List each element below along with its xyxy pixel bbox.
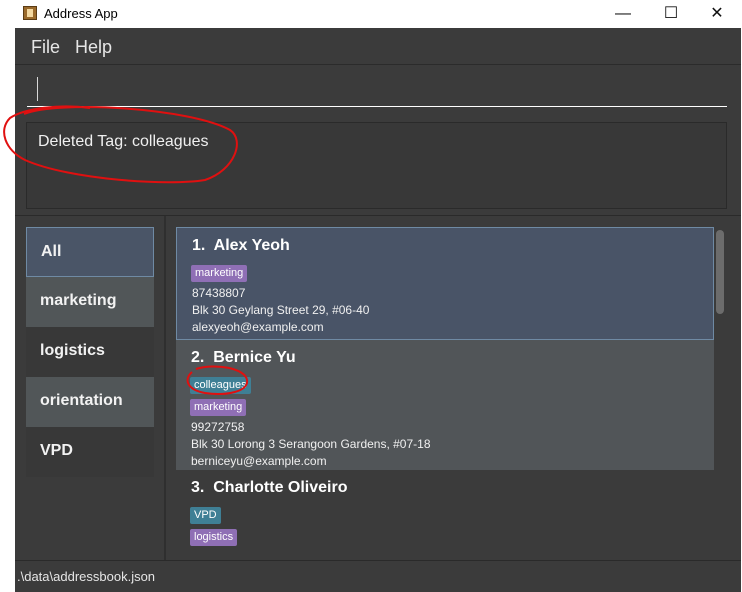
file-path: .\data\addressbook.json (17, 569, 156, 584)
tag-filter-vpd[interactable]: VPD (26, 427, 154, 477)
menu-help[interactable]: Help (75, 37, 112, 58)
menu-file[interactable]: File (31, 37, 60, 58)
maximize-button[interactable]: ☐ (648, 2, 694, 26)
tag-list: All marketing logistics orientation VPD (26, 227, 154, 479)
person-card[interactable]: 3. Charlotte Oliveiro VPD logistics 9321… (176, 470, 714, 549)
person-address: Blk 30 Lorong 3 Serangoon Gardens, #07-1… (191, 437, 431, 451)
result-display: Deleted Tag: colleagues (26, 122, 727, 209)
person-email: berniceyu@example.com (191, 454, 327, 468)
tag-filter-label: orientation (40, 392, 123, 409)
person-tag: marketing (191, 265, 248, 282)
person-phone: 87438807 (192, 286, 246, 300)
person-email: alexyeoh@example.com (192, 320, 324, 334)
command-box (15, 65, 741, 117)
window-title: Address App (44, 6, 118, 21)
tag-filter-logistics[interactable]: logistics (26, 327, 154, 377)
panel-divider (164, 216, 166, 560)
person-tag: VPD (190, 507, 221, 524)
close-button[interactable]: ✕ (694, 2, 740, 26)
person-name: 2. Bernice Yu (191, 349, 296, 366)
text-caret (37, 77, 38, 101)
list-scrollbar[interactable] (716, 230, 724, 314)
result-message: Deleted Tag: colleagues (38, 133, 209, 150)
tag-filter-all[interactable]: All (26, 227, 154, 277)
person-phone: 99272758 (191, 420, 245, 434)
command-input[interactable] (27, 73, 727, 107)
tag-filter-label: VPD (40, 442, 73, 459)
person-tag: logistics (190, 529, 238, 546)
person-tag: colleagues (190, 377, 251, 394)
app-window: File Help Deleted Tag: colleagues All ma… (15, 28, 741, 592)
title-bar: Address App — ☐ ✕ (0, 0, 742, 28)
status-bar: .\data\addressbook.json (15, 560, 741, 592)
person-name: 3. Charlotte Oliveiro (191, 479, 348, 496)
person-card[interactable]: 1. Alex Yeoh marketing 87438807 Blk 30 G… (176, 227, 714, 340)
tag-filter-label: All (41, 243, 62, 260)
person-address: Blk 30 Geylang Street 29, #06-40 (192, 303, 370, 317)
person-tag: marketing (190, 399, 247, 416)
minimize-button[interactable]: — (600, 2, 646, 26)
person-name: 1. Alex Yeoh (192, 237, 290, 254)
person-card[interactable]: 2. Bernice Yu colleagues marketing 99272… (176, 340, 714, 470)
person-list: 1. Alex Yeoh marketing 87438807 Blk 30 G… (176, 227, 714, 549)
app-icon (23, 6, 37, 20)
tag-filter-label: logistics (40, 342, 105, 359)
divider (15, 215, 741, 216)
menu-bar: File Help (15, 28, 741, 65)
tag-filter-marketing[interactable]: marketing (26, 277, 154, 327)
tag-filter-orientation[interactable]: orientation (26, 377, 154, 427)
tag-filter-label: marketing (40, 292, 117, 309)
